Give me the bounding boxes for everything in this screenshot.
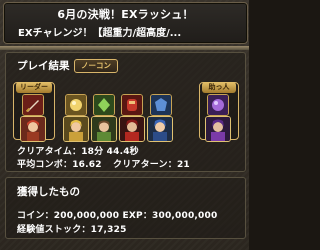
divider bbox=[0, 46, 249, 50]
play-result-title: プレイ結果 bbox=[17, 60, 70, 72]
blue-haired-mage-portrait-icon[interactable] bbox=[147, 116, 173, 142]
golden-knight-portrait-icon[interactable] bbox=[63, 116, 89, 142]
green-orb-assist-icon[interactable] bbox=[93, 94, 115, 116]
result-screen: 6月の決戦！EXラッシュ！ EXチャレンジ！【超重力/超高度/... プレイ結果… bbox=[0, 0, 249, 250]
blue-armor-assist-icon[interactable] bbox=[150, 94, 172, 116]
green-warrior-portrait-icon[interactable] bbox=[91, 116, 117, 142]
purple-orb-assist-icon[interactable] bbox=[207, 94, 229, 116]
purple-dark-mage-portrait-icon[interactable] bbox=[205, 116, 231, 142]
red-haired-warrior-portrait-icon[interactable] bbox=[20, 116, 46, 142]
clear-time: クリアタイム：18分 44.4秒 bbox=[17, 147, 139, 157]
dungeon-name: EXチャレンジ！【超重力/超高度/... bbox=[18, 28, 182, 39]
exp-stock: 経験値ストック：17,325 bbox=[17, 225, 127, 235]
gold-orb-assist-icon[interactable] bbox=[65, 94, 87, 116]
average-combo: 平均コンボ：16.62 bbox=[17, 160, 102, 170]
coin-exp-reward: コイン：200,000,000 EXP：300,000,000 bbox=[17, 211, 218, 221]
leader-label: リーダー bbox=[16, 82, 52, 93]
no-continue-badge: ノーコン bbox=[74, 59, 118, 73]
dungeon-header: 6月の決戦！EXラッシュ！ EXチャレンジ！【超重力/超高度/... bbox=[3, 2, 248, 44]
dark-red-knight-portrait-icon[interactable] bbox=[119, 116, 145, 142]
rewards-title: 獲得したもの bbox=[17, 186, 80, 198]
friend-label: 助っ人 bbox=[202, 82, 236, 93]
clear-turn: クリアターン：21 bbox=[113, 160, 190, 170]
red-armor-assist-icon[interactable] bbox=[121, 94, 143, 116]
red-sword-assist-icon[interactable] bbox=[22, 94, 44, 116]
event-title: 6月の決戦！EXラッシュ！ bbox=[57, 8, 194, 21]
